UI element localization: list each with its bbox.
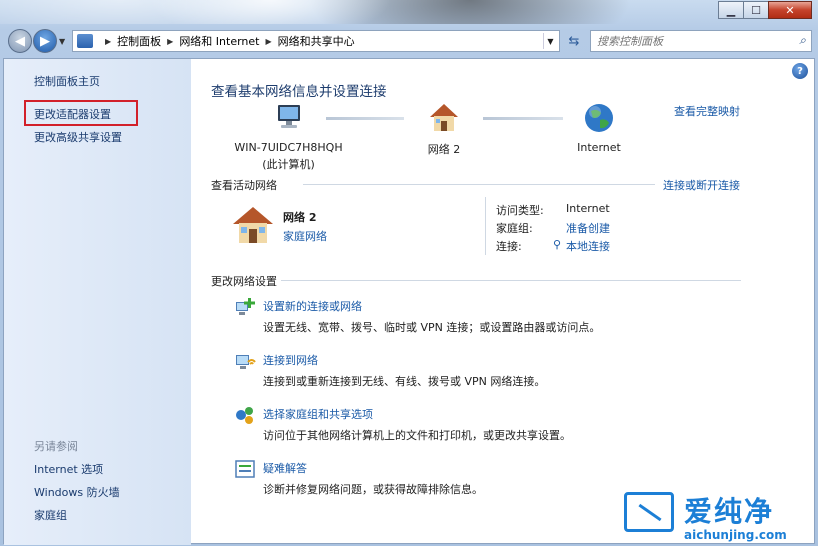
house-icon (427, 101, 461, 135)
back-arrow-icon: ◀ (15, 33, 25, 49)
watermark: 爱纯净 aichunjing.com (620, 488, 818, 546)
node-internet-label: Internet (577, 141, 621, 154)
minimize-button[interactable]: ▁ (718, 1, 744, 19)
node-computer-sublabel: (此计算机) (262, 158, 315, 171)
back-button[interactable]: ◀ (8, 29, 32, 53)
control-panel-icon (77, 34, 93, 48)
breadcrumb-separator-icon[interactable]: ▶ (105, 37, 111, 46)
main-panel: 查看基本网络信息并设置连接 查看完整映射 WIN-7UIDC7H8HQH (此计… (191, 59, 816, 545)
homegroup-icon (234, 404, 256, 426)
address-bar[interactable]: ▶ 控制面板 ▶ 网络和 Internet ▶ 网络和共享中心 ▼ (72, 30, 560, 52)
map-node-network[interactable]: 网络 2 (411, 101, 477, 157)
access-type-label: 访问类型: (496, 204, 544, 217)
active-networks-heading: 查看活动网络 (211, 179, 277, 192)
node-network-label: 网络 2 (427, 143, 461, 156)
local-connection-link[interactable]: 本地连接 (566, 238, 610, 254)
node-computer-label: WIN-7UIDC7H8HQH (234, 141, 343, 154)
task-desc-new-connection: 设置无线、宽带、拨号、临时或 VPN 连接；或设置路由器或访问点。 (263, 321, 601, 334)
breadcrumb-network-internet[interactable]: 网络和 Internet (179, 33, 259, 49)
task-link-homegroup-sharing[interactable]: 选择家庭组和共享选项 (263, 406, 373, 422)
window: ▁ ☐ ✕ ◀ ▶ ▼ ▶ 控制面板 ▶ 网络和 Internet ▶ 网络和共… (0, 0, 818, 546)
navigation-bar: ◀ ▶ ▼ ▶ 控制面板 ▶ 网络和 Internet ▶ 网络和共享中心 ▼ … (0, 26, 818, 58)
connect-network-icon (234, 350, 256, 372)
watermark-logo-icon (624, 492, 674, 532)
map-node-internet[interactable]: Internet (564, 101, 634, 154)
maximize-button[interactable]: ☐ (743, 1, 769, 19)
connections-label: 连接: (496, 240, 522, 253)
recent-pages-dropdown[interactable]: ▼ (59, 37, 65, 46)
task-link-new-connection[interactable]: 设置新的连接或网络 (263, 298, 362, 314)
computer-icon (272, 101, 306, 135)
new-connection-icon (234, 296, 256, 318)
refresh-icon: ⇆ (568, 33, 580, 49)
search-input[interactable] (597, 34, 777, 48)
search-box[interactable]: ⌕ (590, 30, 812, 52)
sidebar-link-homegroup[interactable]: 家庭组 (34, 507, 67, 523)
task-link-connect-network[interactable]: 连接到网络 (263, 352, 318, 368)
divider (485, 197, 486, 255)
divider (281, 280, 741, 281)
forward-button[interactable]: ▶ (33, 29, 57, 53)
breadcrumb-separator-icon[interactable]: ▶ (167, 37, 173, 46)
watermark-text: 爱纯净 (684, 495, 775, 528)
map-node-computer[interactable]: WIN-7UIDC7H8HQH (此计算机) (231, 101, 346, 172)
sidebar-link-adapter-settings[interactable]: 更改适配器设置 (34, 106, 111, 122)
breadcrumb-control-panel[interactable]: 控制面板 (117, 33, 161, 49)
sidebar-link-internet-options[interactable]: Internet 选项 (34, 461, 103, 477)
sidebar-link-home[interactable]: 控制面板主页 (34, 73, 100, 89)
house-icon (231, 205, 275, 245)
task-desc-troubleshoot: 诊断并修复网络问题，或获得故障排除信息。 (263, 483, 483, 496)
task-desc-connect-network: 连接到或重新连接到无线、有线、拨号或 VPN 网络连接。 (263, 375, 546, 388)
map-connector (483, 117, 563, 120)
breadcrumb-network-sharing-center[interactable]: 网络和共享中心 (278, 33, 355, 49)
see-also-heading: 另请参阅 (34, 440, 78, 453)
search-icon[interactable]: ⌕ (799, 33, 806, 48)
network-type-link[interactable]: 家庭网络 (283, 228, 327, 244)
troubleshoot-icon (234, 458, 256, 480)
globe-icon (582, 101, 616, 135)
watermark-url: aichunjing.com (684, 528, 787, 542)
forward-arrow-icon: ▶ (40, 33, 50, 49)
map-connector (326, 117, 404, 120)
title-bar (0, 0, 818, 24)
connection-icon: ⚲ (553, 238, 562, 251)
address-dropdown-icon[interactable]: ▼ (543, 33, 557, 49)
sidebar-link-firewall[interactable]: Windows 防火墙 (34, 484, 120, 500)
active-network-name: 网络 2 (283, 211, 317, 224)
homegroup-value-link[interactable]: 准备创建 (566, 220, 610, 236)
content-area: 控制面板主页 更改适配器设置 更改高级共享设置 另请参阅 Internet 选项… (3, 58, 816, 545)
change-settings-heading: 更改网络设置 (211, 275, 277, 288)
refresh-button[interactable]: ⇆ (563, 30, 585, 52)
close-button[interactable]: ✕ (768, 1, 812, 19)
connect-disconnect-link[interactable]: 连接或断开连接 (663, 177, 740, 193)
caption-buttons: ▁ ☐ ✕ (718, 1, 812, 19)
page-title: 查看基本网络信息并设置连接 (211, 84, 387, 100)
task-desc-homegroup-sharing: 访问位于其他网络计算机上的文件和打印机，或更改共享设置。 (263, 429, 571, 442)
task-link-troubleshoot[interactable]: 疑难解答 (263, 460, 307, 476)
divider (303, 184, 655, 185)
full-map-link[interactable]: 查看完整映射 (674, 103, 740, 119)
breadcrumb-separator-icon[interactable]: ▶ (266, 37, 272, 46)
access-type-value: Internet (566, 202, 610, 215)
sidebar: 控制面板主页 更改适配器设置 更改高级共享设置 另请参阅 Internet 选项… (4, 59, 191, 545)
sidebar-link-advanced-sharing[interactable]: 更改高级共享设置 (34, 129, 122, 145)
homegroup-label: 家庭组: (496, 222, 533, 235)
